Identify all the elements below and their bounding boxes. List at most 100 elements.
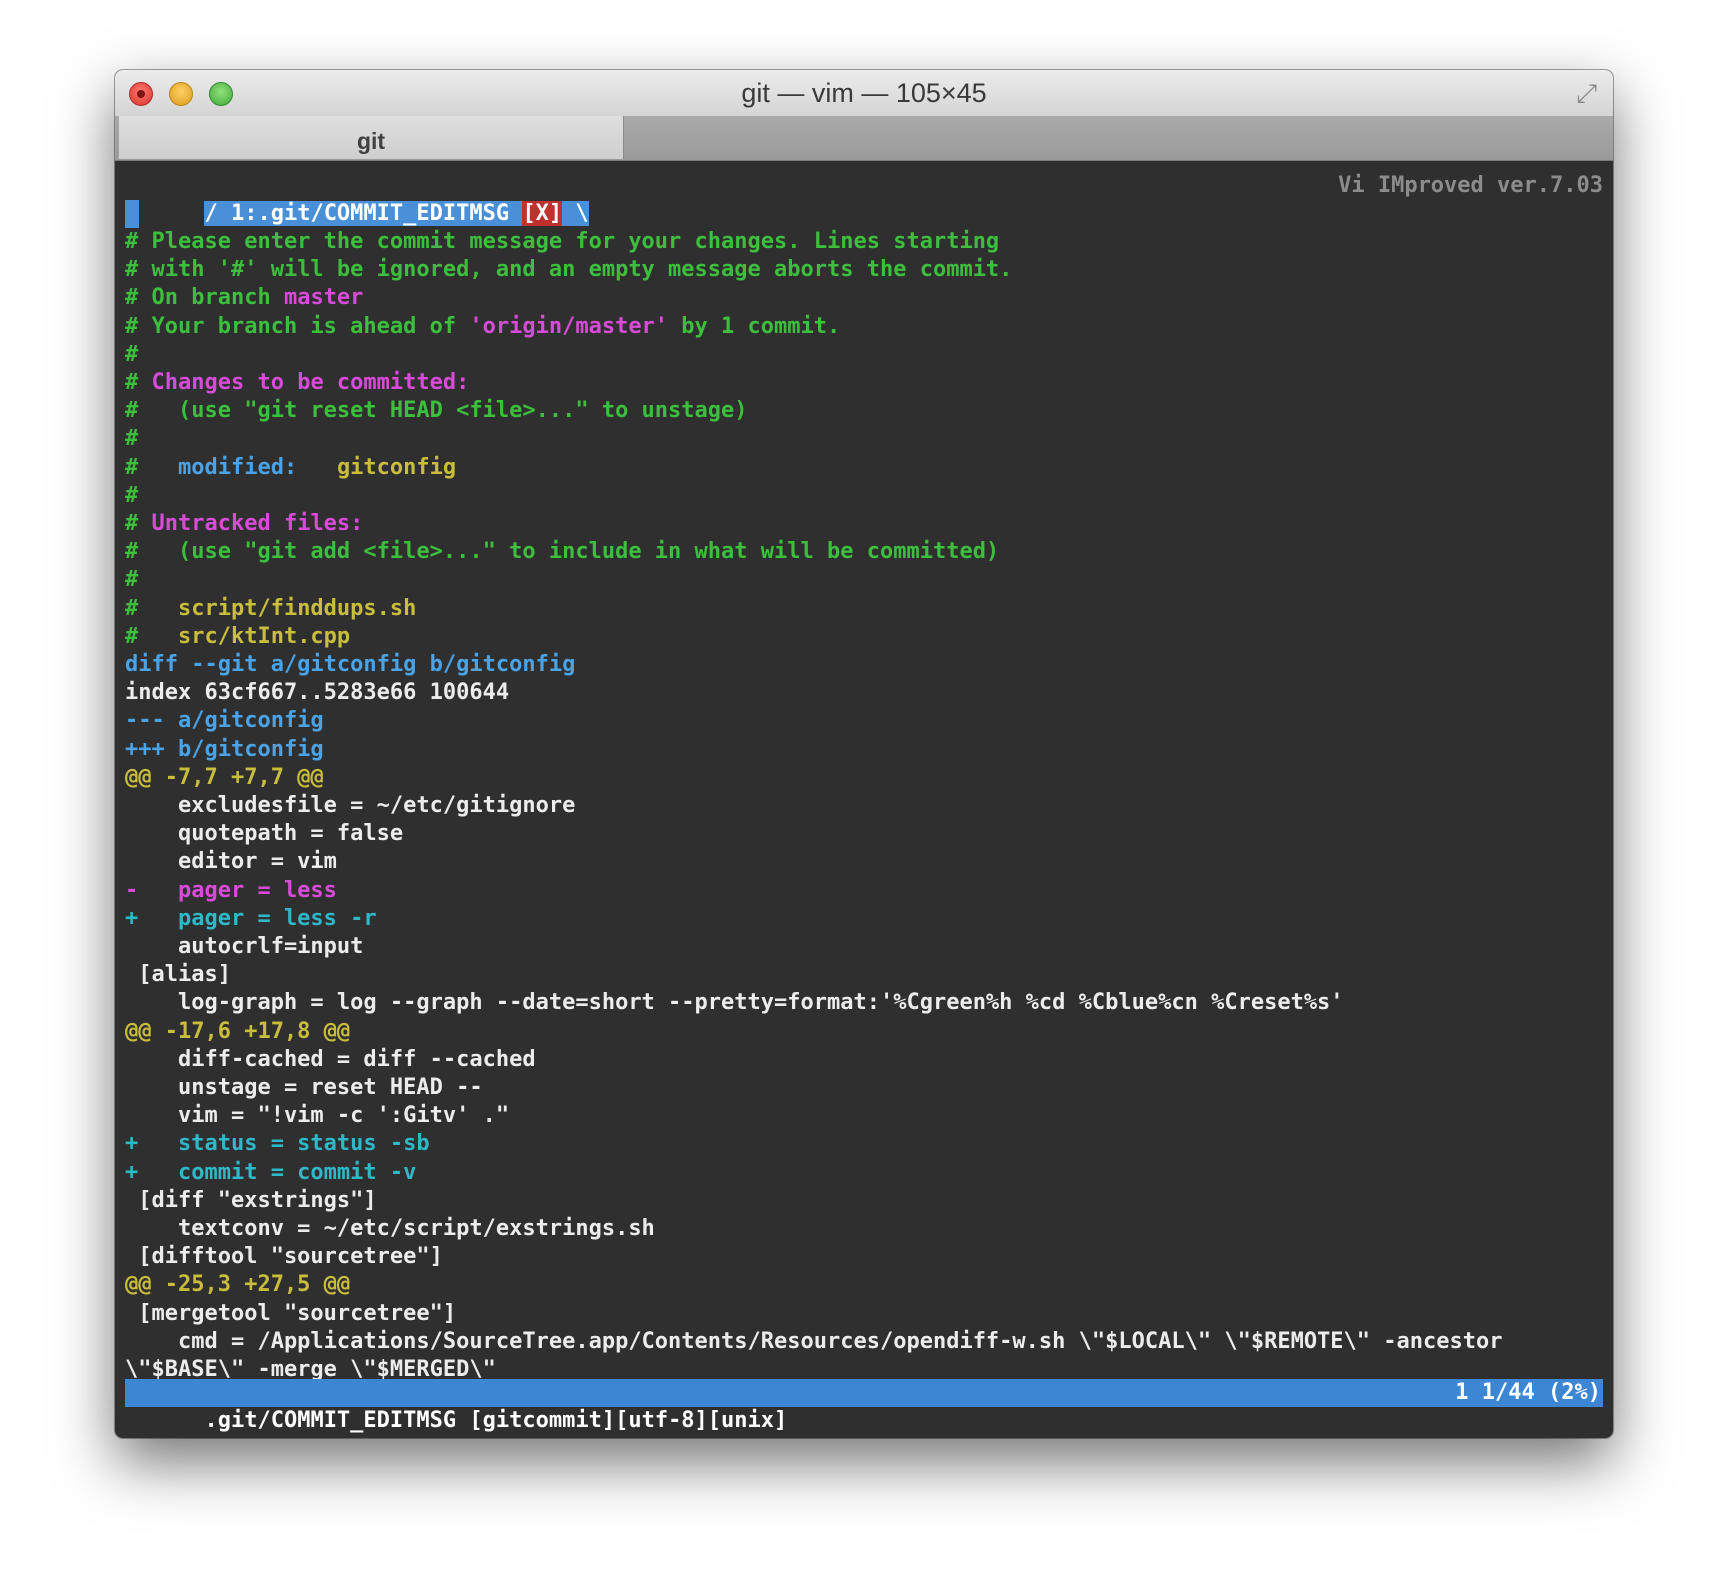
- buffer-text: [alias]: [125, 962, 231, 988]
- buffer-text: master: [283, 285, 364, 311]
- buffer-line: diff --git a/gitconfig b/gitconfig: [125, 651, 575, 679]
- buffer-text: # with '#' will be ignored, and an empty…: [125, 257, 1013, 283]
- statusline-position: 1 1/44 (2%): [1455, 1380, 1601, 1405]
- buffer-text: +++ b/gitconfig: [125, 736, 324, 762]
- buffer-text: editor = vim: [125, 849, 337, 875]
- buffer-line: cmd = /Applications/SourceTree.app/Conte…: [125, 1328, 1503, 1356]
- buffer-text: #: [125, 595, 178, 621]
- buffer-text: # (use "git reset HEAD <file>..." to uns…: [125, 398, 748, 424]
- buffer-text: [diff "exstrings"]: [125, 1187, 377, 1213]
- buffer-line: # (use "git add <file>..." to include in…: [125, 538, 999, 566]
- buffer-text: #: [125, 482, 139, 508]
- window-title: git — vim — 105×45: [741, 78, 987, 108]
- buffer-text: [difftool "sourcetree"]: [125, 1244, 443, 1270]
- buffer-line: @@ -25,3 +27,5 @@: [125, 1271, 350, 1299]
- buffer-line: [mergetool "sourcetree"]: [125, 1300, 456, 1328]
- buffer-line: - pager = less: [125, 877, 337, 905]
- buffer-line: +++ b/gitconfig: [125, 736, 324, 764]
- buffer-line: vim = "!vim -c ':Gitv' .": [125, 1102, 509, 1130]
- buffer-text: [mergetool "sourcetree"]: [125, 1300, 457, 1326]
- buffer-line: #: [125, 341, 138, 369]
- fullscreen-icon[interactable]: ⤢: [1576, 79, 1597, 110]
- vim-cursor: [125, 200, 139, 228]
- vim-modified-flag: [X]: [522, 201, 563, 226]
- buffer-text: script/finddups.sh: [177, 595, 417, 621]
- buffer-text: --- a/gitconfig: [125, 708, 324, 734]
- buffer-text: index 63cf667..5283e66 100644: [125, 680, 510, 706]
- vim-tab-tail: \: [562, 201, 589, 226]
- buffer-line: autocrlf=input: [125, 933, 363, 961]
- buffer-text: + commit = commit -v: [125, 1159, 417, 1185]
- buffer-text: excludesfile = ~/etc/gitignore: [125, 793, 576, 818]
- buffer-line: # modified: gitconfig: [125, 454, 456, 482]
- buffer-line: # (use "git reset HEAD <file>..." to uns…: [125, 397, 748, 425]
- buffer-text: src/ktInt.cpp: [177, 623, 351, 649]
- buffer-line: index 63cf667..5283e66 100644: [125, 679, 509, 707]
- buffer-line: @@ -7,7 +7,7 @@: [125, 764, 324, 792]
- buffer-text: # On branch: [125, 285, 284, 311]
- buffer-text: #: [125, 567, 139, 593]
- title-bar[interactable]: git — vim — 105×45 ⤢: [115, 70, 1613, 117]
- buffer-line: #: [125, 482, 138, 510]
- buffer-line: --- a/gitconfig: [125, 707, 324, 735]
- buffer-text: #: [125, 454, 178, 480]
- buffer-text: 'origin/master': [469, 313, 669, 339]
- buffer-line: # Changes to be committed:: [125, 369, 469, 397]
- buffer-text: log-graph = log --graph --date=short --p…: [125, 990, 1344, 1016]
- buffer-line: editor = vim: [125, 848, 337, 876]
- vim-tabline: / 1:.git/COMMIT_EDITMSG [X] \ Vi IMprove…: [125, 172, 1603, 226]
- buffer-text: textconv = ~/etc/script/exstrings.sh: [125, 1216, 655, 1241]
- terminal-window: git — vim — 105×45 ⤢ git / 1:.git/COMMIT…: [115, 70, 1613, 1438]
- vim-version-label: Vi IMproved ver.7.03: [1338, 173, 1603, 198]
- buffer-line: # Your branch is ahead of 'origin/master…: [125, 313, 840, 341]
- buffer-line: quotepath = false: [125, 820, 403, 848]
- buffer-text: #: [125, 370, 152, 395]
- buffer-text: diff-cached = diff --cached: [125, 1046, 536, 1072]
- buffer-text: + status = status -sb: [125, 1131, 430, 1157]
- buffer-line: @@ -17,6 +17,8 @@: [125, 1018, 350, 1046]
- buffer-line: diff-cached = diff --cached: [125, 1046, 536, 1074]
- buffer-text: #: [125, 341, 139, 367]
- buffer-line: # Please enter the commit message for yo…: [125, 228, 999, 256]
- buffer-text: by 1 commit.: [668, 313, 841, 339]
- buffer-line: unstage = reset HEAD --: [125, 1074, 483, 1102]
- buffer-text: Untracked files:: [151, 511, 364, 536]
- buffer-text: vim = "!vim -c ':Gitv' .": [125, 1103, 510, 1129]
- vim-active-tab[interactable]: / 1:.git/COMMIT_EDITMSG: [204, 201, 523, 226]
- buffer-text: @@ -7,7 +7,7 @@: [125, 764, 324, 790]
- buffer-text: diff --git a/gitconfig b/gitconfig: [125, 652, 576, 677]
- buffer-line: excludesfile = ~/etc/gitignore: [125, 792, 575, 820]
- tab-git[interactable]: git: [119, 116, 624, 159]
- buffer-line: # script/finddups.sh: [125, 595, 416, 623]
- buffer-line: log-graph = log --graph --date=short --p…: [125, 989, 1344, 1017]
- buffer-line: [difftool "sourcetree"]: [125, 1243, 443, 1271]
- buffer-text: #: [125, 511, 152, 536]
- vim-buffer[interactable]: / 1:.git/COMMIT_EDITMSG [X] \ Vi IMprove…: [125, 166, 1603, 1433]
- buffer-line: [diff "exstrings"]: [125, 1187, 377, 1215]
- buffer-line: #: [125, 425, 138, 453]
- buffer-line: + commit = commit -v: [125, 1159, 416, 1187]
- buffer-line: + pager = less -r: [125, 905, 377, 933]
- buffer-line: # On branch master: [125, 284, 363, 312]
- buffer-line: #: [125, 566, 138, 594]
- buffer-text: gitconfig: [297, 454, 457, 480]
- tab-bar: git: [115, 116, 1613, 161]
- buffer-text: # Your branch is ahead of: [125, 313, 470, 339]
- buffer-text: modified:: [177, 454, 298, 480]
- buffer-text: # Please enter the commit message for yo…: [125, 229, 1000, 254]
- buffer-text: Changes to be committed:: [151, 370, 470, 395]
- buffer-line: # with '#' will be ignored, and an empty…: [125, 256, 1012, 284]
- buffer-text: + pager = less -r: [125, 905, 377, 931]
- buffer-line: + status = status -sb: [125, 1130, 430, 1158]
- vim-statusline: .git/COMMIT_EDITMSG [gitcommit][utf-8][u…: [125, 1379, 1603, 1433]
- buffer-text: @@ -17,6 +17,8 @@: [125, 1018, 351, 1044]
- buffer-text: #: [125, 623, 178, 649]
- buffer-line: textconv = ~/etc/script/exstrings.sh: [125, 1215, 655, 1243]
- buffer-text: autocrlf=input: [125, 934, 364, 959]
- buffer-text: # (use "git add <file>..." to include in…: [125, 539, 1000, 565]
- statusline-file-info: .git/COMMIT_EDITMSG [gitcommit][utf-8][u…: [204, 1408, 788, 1433]
- buffer-text: @@ -25,3 +27,5 @@: [125, 1272, 351, 1298]
- buffer-text: - pager = less: [125, 877, 337, 903]
- buffer-text: unstage = reset HEAD --: [125, 1075, 483, 1100]
- buffer-line: # Untracked files:: [125, 510, 363, 538]
